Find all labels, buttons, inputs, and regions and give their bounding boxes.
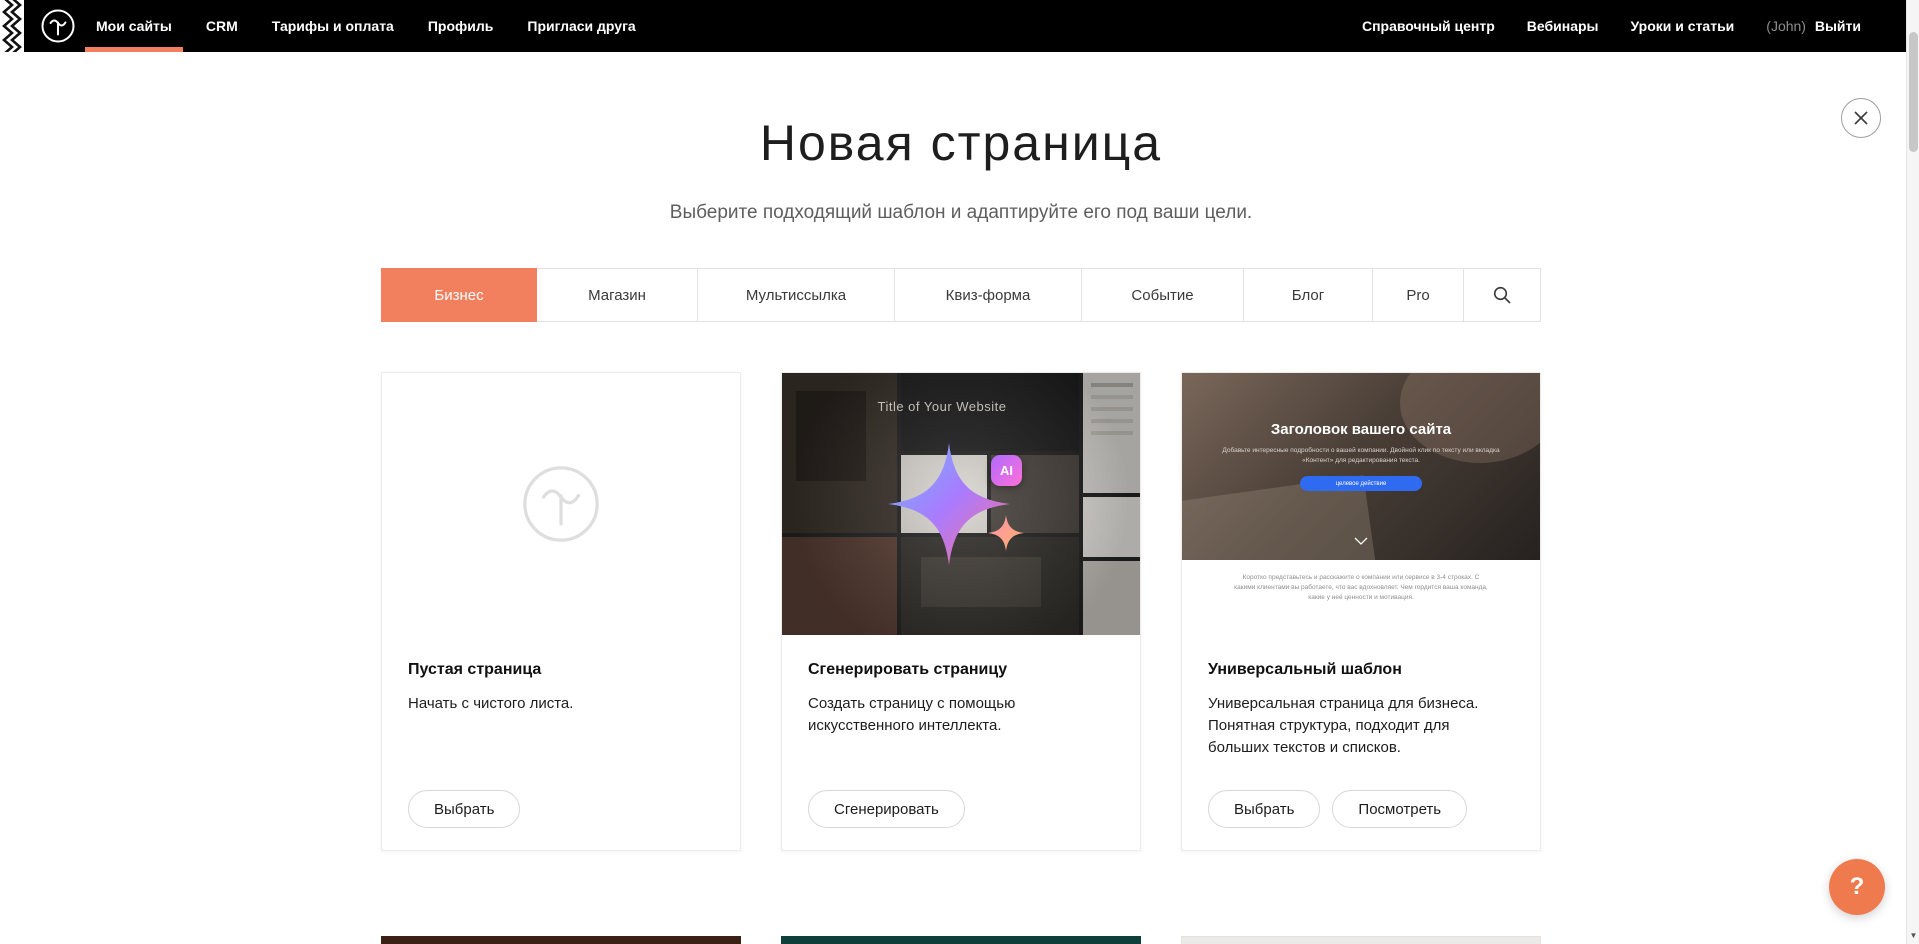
tilda-watermark-icon [519, 462, 603, 546]
card-blank-page: Пустая страница Начать с чистого листа. … [381, 372, 741, 851]
template-hero-title: Заголовок вашего сайта [1182, 421, 1540, 438]
tab-business[interactable]: Бизнес [381, 268, 537, 322]
ai-generate-preview: Title of Your Website [782, 373, 1140, 635]
choose-button[interactable]: Выбрать [408, 790, 520, 828]
page-title: Новая страница [381, 114, 1541, 172]
secondary-menu: Справочный центр Вебинары Уроки и статьи… [1362, 0, 1919, 52]
preview-button[interactable]: Посмотреть [1332, 790, 1467, 828]
scrollbar-thumb[interactable] [1909, 32, 1918, 152]
user-block: (John) Выйти [1766, 18, 1861, 34]
tilda-logo[interactable] [40, 8, 76, 44]
ai-small-sparkle-icon [988, 515, 1024, 556]
card-description: Начать с чистого листа. [408, 693, 714, 715]
template-hero: Заголовок вашего сайта Добавьте интересн… [1182, 373, 1540, 560]
card-title: Сгенерировать страницу [808, 661, 1114, 679]
card-description: Универсальная страница для бизнеса. Поня… [1208, 693, 1514, 758]
search-icon [1492, 285, 1512, 305]
blank-page-preview [382, 373, 740, 635]
template-body-section: Коротко представьтесь и расскажите о ком… [1182, 560, 1540, 635]
card-universal-template: Заголовок вашего сайта Добавьте интересн… [1181, 372, 1541, 851]
next-template-sliver [781, 936, 1141, 944]
logout-button[interactable]: Выйти [1815, 18, 1861, 34]
choose-button[interactable]: Выбрать [1208, 790, 1320, 828]
tab-blog[interactable]: Блог [1243, 268, 1373, 322]
card-ai-generate: Title of Your Website [781, 372, 1141, 851]
main-menu: Мои сайты CRM Тарифы и оплата Профиль Пр… [96, 0, 636, 52]
nav-invite-friend[interactable]: Пригласи друга [527, 0, 635, 52]
link-lessons[interactable]: Уроки и статьи [1631, 18, 1735, 34]
new-page-modal: Новая страница Выберите подходящий шабло… [381, 52, 1541, 851]
tab-pro[interactable]: Pro [1372, 268, 1464, 322]
nav-crm[interactable]: CRM [206, 0, 238, 52]
tab-quiz-form[interactable]: Квиз-форма [894, 268, 1082, 322]
template-hero-cta: целевое действие [1300, 476, 1422, 491]
nav-my-sites[interactable]: Мои сайты [96, 0, 172, 52]
tab-shop[interactable]: Магазин [536, 268, 698, 322]
next-template-sliver [381, 936, 741, 944]
template-cards: Пустая страница Начать с чистого листа. … [381, 372, 1541, 851]
template-collage: Title of Your Website [782, 373, 1140, 635]
template-hero-text: Добавьте интересные подробности о вашей … [1218, 446, 1504, 466]
generate-button[interactable]: Сгенерировать [808, 790, 965, 828]
template-body-text: Коротко представьтесь и расскажите о ком… [1233, 573, 1489, 603]
top-navbar: Мои сайты CRM Тарифы и оплата Профиль Пр… [0, 0, 1919, 52]
user-name: (John) [1766, 18, 1806, 34]
scrollbar[interactable]: ▼ [1906, 0, 1919, 944]
link-webinars[interactable]: Вебинары [1527, 18, 1599, 34]
card-description: Создать страницу с помощью искусственног… [808, 693, 1114, 737]
close-button[interactable] [1841, 98, 1881, 138]
tab-event[interactable]: Событие [1081, 268, 1244, 322]
template-category-tabs: Бизнес Магазин Мультиссылка Квиз-форма С… [381, 268, 1541, 322]
ai-badge: AI [991, 455, 1022, 486]
tilda-edge-pattern [0, 0, 24, 52]
scrollbar-down-arrow[interactable]: ▼ [1907, 928, 1919, 942]
collage-site-title: Title of Your Website [782, 399, 1102, 414]
close-icon [1853, 110, 1869, 126]
nav-tariffs[interactable]: Тарифы и оплата [272, 0, 394, 52]
tab-multilink[interactable]: Мультиссылка [697, 268, 895, 322]
card-title: Универсальный шаблон [1208, 661, 1514, 679]
tab-search[interactable] [1463, 268, 1541, 322]
page-subtitle: Выберите подходящий шаблон и адаптируйте… [381, 202, 1541, 224]
nav-profile[interactable]: Профиль [428, 0, 494, 52]
help-button[interactable]: ? [1829, 859, 1885, 915]
chevron-down-icon [1354, 532, 1368, 550]
link-help-center[interactable]: Справочный центр [1362, 18, 1495, 34]
card-title: Пустая страница [408, 661, 714, 679]
tilda-logo-icon [40, 8, 76, 44]
next-template-sliver [1181, 936, 1541, 944]
universal-template-preview: Заголовок вашего сайта Добавьте интересн… [1182, 373, 1540, 635]
